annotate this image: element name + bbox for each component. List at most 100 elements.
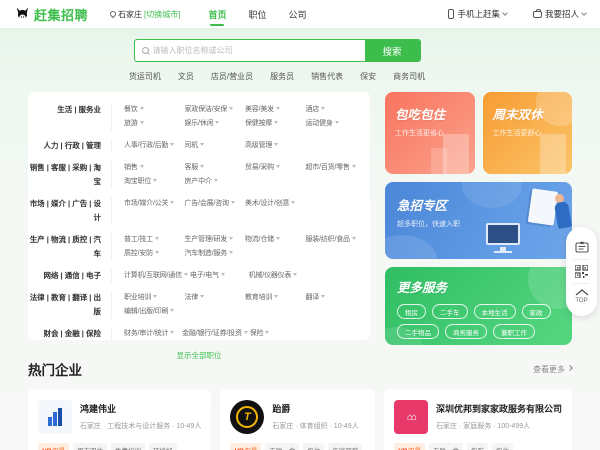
company-logo: T	[230, 400, 264, 434]
switch-city-link[interactable]: [切换城市]	[144, 9, 180, 20]
category-item[interactable]: 家政保洁/安保	[185, 103, 244, 117]
hot-tag[interactable]: 货运司机	[129, 71, 161, 82]
category-item[interactable]: 金融/银行/证券/投资	[182, 327, 248, 341]
nav-jobs[interactable]: 职位	[248, 0, 266, 29]
company-meta: 石家庄 · 家庭服务 · 100-499人	[436, 421, 562, 431]
chevron-down-icon	[581, 10, 587, 16]
category-item[interactable]: 人事/行政/后勤	[124, 139, 183, 153]
promo-card-weekends-off[interactable]: 周末双休 工作生活更舒心	[483, 92, 573, 174]
category-item[interactable]: 保险	[250, 327, 306, 341]
category-group-label: 人力 | 行政 | 管理	[28, 139, 112, 153]
category-item[interactable]: 广告/会展/咨询	[185, 197, 244, 211]
site-logo[interactable]: 赶集招聘	[14, 5, 88, 24]
promo-card-urgent-hiring[interactable]: 急招专区 超多职位，快速入职	[385, 182, 572, 259]
company-logo: ⌂⌂	[394, 400, 428, 434]
hot-tag[interactable]: 销售代表	[311, 71, 343, 82]
category-item[interactable]: 编辑/出版/印刷	[124, 305, 183, 319]
company-card[interactable]: T 跆爵 石家庄 · 体育组织 · 10-49人 VR实景 五险一金 包住 年底…	[220, 389, 375, 450]
promo-card-room-board[interactable]: 包吃包住 工作生活更省心	[385, 92, 475, 174]
nav-companies[interactable]: 公司	[289, 0, 307, 29]
service-tag-local-life[interactable]: 本地生活	[474, 304, 516, 319]
category-item[interactable]: 普工/技工	[124, 233, 183, 247]
category-row: 法律 | 教育 | 翻译 | 出版 职业培训 法律 教育培训 翻译 编辑/出版/…	[28, 287, 370, 323]
floating-toolbar: TOP	[566, 227, 597, 316]
category-group-label: 生产 | 物流 | 质控 | 汽车	[28, 233, 112, 261]
category-group-label: 销售 | 客服 | 采购 | 淘宝	[28, 161, 112, 189]
category-item[interactable]: 保健按摩	[245, 117, 304, 131]
company-card[interactable]: 鸿建伟业 石家庄 · 工程技术与设计服务 · 10-49人 VR实景 周末双休 …	[28, 389, 211, 450]
category-item[interactable]: 餐饮	[124, 103, 183, 117]
company-name: 深圳优邦到家家政服务有限公司	[436, 402, 562, 415]
hot-tag[interactable]: 服务员	[270, 71, 294, 82]
company-card[interactable]: ⌂⌂ 深圳优邦到家家政服务有限公司 石家庄 · 家庭服务 · 100-499人 …	[384, 389, 572, 450]
service-tag-used-cars[interactable]: 二手车	[432, 304, 468, 319]
recruit-menu[interactable]: 我要招人	[533, 8, 586, 20]
category-item[interactable]: 销售	[124, 161, 183, 175]
category-item[interactable]: 司机	[185, 139, 244, 153]
category-item[interactable]: 职业培训	[124, 291, 183, 305]
category-item[interactable]: 汽车制造/服务	[185, 247, 244, 261]
category-item[interactable]: 贸易/采购	[245, 161, 304, 175]
view-more-label: 查看更多	[533, 364, 565, 375]
service-tag-business[interactable]: 商务服务	[445, 324, 487, 339]
category-item[interactable]: 财务/审计/统计	[124, 327, 180, 341]
category-item[interactable]: 服装/纺织/食品	[306, 233, 365, 247]
category-item[interactable]: 美术/设计/创意	[245, 197, 304, 211]
category-item[interactable]: 计算机/互联网/通信	[124, 269, 188, 283]
search-input[interactable]	[153, 46, 358, 55]
category-item[interactable]: 房产中介	[185, 175, 244, 189]
city-selector[interactable]: 石家庄 [切换城市]	[110, 9, 180, 20]
category-item[interactable]: 电子/电气	[190, 269, 247, 283]
building-decoration	[540, 134, 566, 174]
hot-tag[interactable]: 保安	[360, 71, 376, 82]
chevron-down-icon	[502, 10, 508, 16]
category-item[interactable]: 淘宝职位	[124, 175, 183, 189]
service-tag-secondhand[interactable]: 二手物品	[397, 324, 439, 339]
mobile-app-menu[interactable]: 手机上赶集	[448, 8, 507, 20]
category-item[interactable]: 法律	[185, 291, 244, 305]
category-item[interactable]: 高级管理	[245, 139, 304, 153]
category-item[interactable]: 美容/美发	[245, 103, 304, 117]
category-group-label: 法律 | 教育 | 翻译 | 出版	[28, 291, 112, 319]
search-button[interactable]: 搜索	[365, 40, 420, 61]
category-item[interactable]: 客服	[185, 161, 244, 175]
category-item[interactable]: 教育培训	[245, 291, 304, 305]
category-item[interactable]: 生产管理/研发	[185, 233, 244, 247]
clipboard-icon	[575, 241, 589, 254]
view-more-link[interactable]: 查看更多	[533, 364, 572, 375]
logo-text: 赶集招聘	[34, 5, 88, 24]
company-name: 鸿建伟业	[80, 402, 201, 415]
category-item[interactable]: 翻译	[306, 291, 365, 305]
company-tag: 年底双薪	[328, 443, 362, 450]
company-tag: 包吃	[467, 443, 488, 450]
service-tag-housekeeping[interactable]: 家政	[522, 304, 551, 319]
category-item[interactable]: 旅游	[124, 117, 183, 131]
category-row: 财会 | 金融 | 保险 财务/审计/统计 金融/银行/证券/投资 保险	[28, 323, 370, 345]
category-item[interactable]: 酒店	[306, 103, 365, 117]
recruit-label: 我要招人	[545, 8, 579, 20]
nav-home[interactable]: 首页	[208, 0, 226, 29]
category-item[interactable]: 机械/仪器仪表	[249, 269, 306, 283]
category-item[interactable]: 超市/百货/零售	[306, 161, 365, 175]
company-logo	[38, 400, 72, 434]
service-tag-rental[interactable]: 租房	[397, 304, 426, 319]
company-tag: 包住	[303, 443, 324, 450]
category-row: 生活 | 服务业 餐饮 家政保洁/安保 美容/美发 酒店 旅游 娱乐/休闲 保健…	[28, 99, 370, 135]
mobile-app-label: 手机上赶集	[457, 8, 500, 20]
category-item[interactable]: 质控/安防	[124, 247, 183, 261]
category-item[interactable]: 运动健身	[306, 117, 365, 131]
promo-subtitle: 工作生活更舒心	[493, 128, 573, 138]
category-item[interactable]: 市场/媒介/公关	[124, 197, 183, 211]
service-tag-parttime[interactable]: 兼职工作	[493, 324, 535, 339]
promo-subtitle: 工作生活更省心	[395, 128, 475, 138]
category-item[interactable]: 物流/仓储	[245, 233, 304, 247]
category-item[interactable]: 娱乐/休闲	[185, 117, 244, 131]
hot-tag[interactable]: 文员	[178, 71, 194, 82]
feedback-button[interactable]	[566, 236, 597, 259]
search-zone: 搜索 货运司机 文员 店员/营业员 服务员 销售代表 保安 商务司机	[0, 28, 600, 82]
company-tag: 免费培训	[111, 443, 145, 450]
top-label: TOP	[575, 298, 587, 304]
vr-badge: VR实景	[230, 443, 261, 450]
hot-tag[interactable]: 商务司机	[393, 71, 425, 82]
hot-tag[interactable]: 店员/营业员	[211, 71, 253, 82]
